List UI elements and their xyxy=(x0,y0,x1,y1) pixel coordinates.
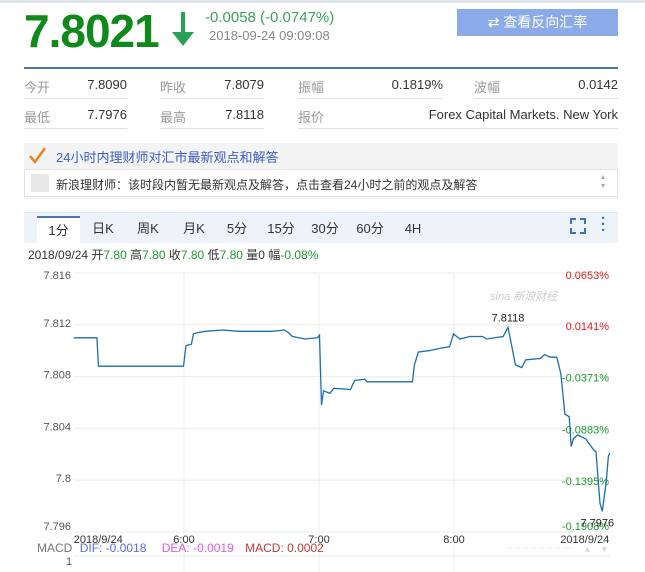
tab-4h[interactable]: 4H xyxy=(400,216,426,243)
close-value: 7.80 xyxy=(180,248,205,262)
down-arrow-icon xyxy=(172,12,194,46)
ohlc-info: 2018/09/24 开7.80 高7.80 收7.80 低7.80 量0 幅-… xyxy=(28,246,318,263)
price-change: -0.0058 (-0.0747%) xyxy=(205,9,335,26)
y-tick-label: 7.8 xyxy=(56,473,71,485)
stat-value: 7.8079 xyxy=(224,77,264,92)
y-tick-label: 7.816 xyxy=(43,270,71,282)
amplitude-value: -0.08% xyxy=(280,248,319,262)
fullscreen-icon[interactable] xyxy=(570,218,586,234)
more-options-icon[interactable]: · · · xyxy=(601,211,606,238)
current-price: 7.8021 xyxy=(24,5,160,57)
volume-label: 量 xyxy=(246,248,259,262)
low-label: 低 xyxy=(207,248,220,262)
stat-label: 振幅 xyxy=(298,80,325,95)
y-tick-label: 7.804 xyxy=(43,421,71,433)
high-value: 7.80 xyxy=(142,248,166,262)
stat-value: 7.7976 xyxy=(87,107,127,122)
pct-tick-label: -0.0883% xyxy=(562,424,609,436)
open-label: 开 xyxy=(91,248,104,262)
low-label: 7.7976 xyxy=(580,517,614,529)
avatar xyxy=(31,174,49,192)
stats-row: 今开 7.8090 昨收 7.8079 振幅 0.1819% 波幅 0.0142 xyxy=(24,69,618,99)
tab-monthly-k[interactable]: 月K xyxy=(179,216,209,243)
pct-tick-label: 0.0653% xyxy=(566,270,610,282)
tab-60min[interactable]: 60分 xyxy=(355,216,385,243)
low-value: 7.80 xyxy=(219,248,243,262)
macd-legend: MACD DIF: -0.0018 DEA: -0.0019 MACD: 0.0… xyxy=(37,541,324,555)
stats-row: 最低 7.7976 最高 7.8118 报价 Forex Capital Mar… xyxy=(24,99,618,129)
tab-15min[interactable]: 15分 xyxy=(266,216,296,243)
tab-1min[interactable]: 1分 xyxy=(37,216,80,243)
pct-tick-label: 0.0141% xyxy=(566,321,610,333)
tab-5min[interactable]: 5分 xyxy=(224,216,250,243)
timestamp: 2018-09-24 09:09:08 xyxy=(209,28,330,43)
top-border xyxy=(0,0,645,3)
close-label: 收 xyxy=(168,248,181,262)
stat-value: 7.8090 xyxy=(87,77,127,92)
info-date: 2018/09/24 xyxy=(28,248,89,262)
trend-icon xyxy=(29,147,47,165)
macd-dif: DIF: -0.0018 xyxy=(79,541,147,555)
stats-table: 今开 7.8090 昨收 7.8079 振幅 0.1819% 波幅 0.0142… xyxy=(24,67,618,129)
reverse-rate-button[interactable]: ⇄ 查看反向汇率 HKDUSD xyxy=(457,9,618,57)
y-tick-label: 7.796 xyxy=(43,521,71,533)
news-text[interactable]: 新浪理财师：该时段内暂无最新观点及解答，点击查看24小时之前的观点及解答 xyxy=(56,176,477,193)
volume-value: 0 xyxy=(258,248,265,262)
tab-30min[interactable]: 30分 xyxy=(310,216,340,243)
x-tick-label: 8:00 xyxy=(443,534,464,546)
macd-label: MACD xyxy=(37,541,73,555)
stat-label: 昨收 xyxy=(160,80,187,95)
stat-value: Forex Capital Markets. New York xyxy=(428,107,618,122)
news-scroll-arrows-icon[interactable]: ▲ ▼ xyxy=(598,173,608,191)
y-tick-label: 7.808 xyxy=(43,370,71,382)
scroll-down-icon[interactable]: ▼ xyxy=(600,544,609,554)
stat-label: 最高 xyxy=(160,110,187,125)
stat-label: 报价 xyxy=(298,110,325,125)
stat-value: 0.1819% xyxy=(391,77,443,92)
stat-value: 0.0142 xyxy=(578,77,618,92)
y-tick-label: 7.812 xyxy=(43,318,71,330)
macd-dea: DEA: -0.0019 xyxy=(161,541,234,555)
scroll-up-icon[interactable]: ▲ xyxy=(583,544,592,554)
price-line xyxy=(73,325,611,512)
sina-watermark-logo: sina 新浪财经 xyxy=(490,291,558,303)
amplitude-label: 幅 xyxy=(268,248,281,262)
macd-value: MACD: 0.0002 xyxy=(245,541,324,555)
stat-value: 7.8118 xyxy=(225,107,264,122)
news-title-link[interactable]: 24小时内理财师对汇市最新观点和解答 xyxy=(56,147,278,166)
stat-label: 波幅 xyxy=(474,80,501,95)
open-value: 7.80 xyxy=(103,248,127,262)
stat-label: 今开 xyxy=(24,80,51,95)
high-label: 7.8118 xyxy=(492,312,525,324)
macd-axis-label: 1 xyxy=(66,556,73,568)
tab-weekly-k[interactable]: 周K xyxy=(133,216,163,243)
stat-label: 最低 xyxy=(24,110,51,125)
pct-tick-label: -0.1395% xyxy=(562,476,609,488)
high-label: 高 xyxy=(130,248,143,262)
tab-daily-k[interactable]: 日K xyxy=(88,216,118,243)
pct-tick-label: -0.0371% xyxy=(562,373,609,385)
price-chart[interactable]: 7.816 0.0653% 7.812 0.0141% 7.808 -0.0371% 7.8… xyxy=(0,265,645,572)
